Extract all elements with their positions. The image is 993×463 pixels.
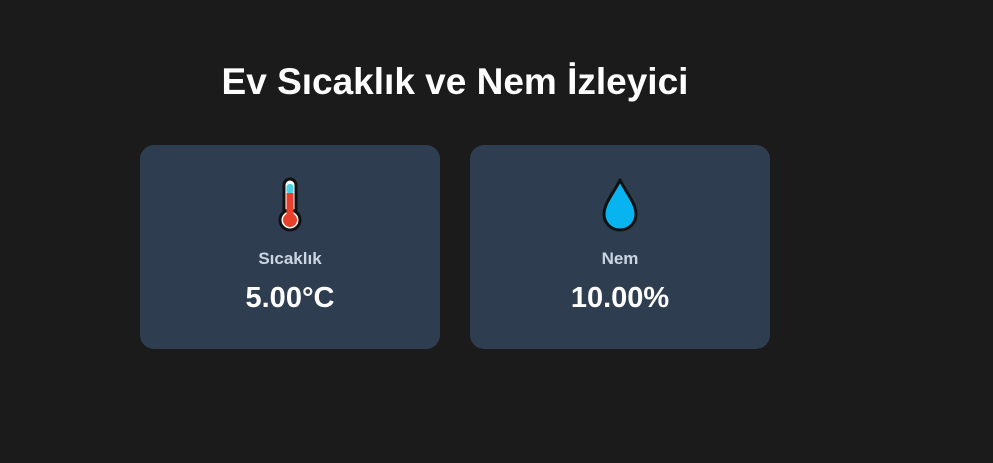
humidity-value: 10.00% xyxy=(570,282,670,314)
humidity-card: Nem 10.00% xyxy=(470,145,770,349)
temperature-card: Sıcaklık 5.00°C xyxy=(140,145,440,349)
temperature-label: Sıcaklık xyxy=(258,249,322,268)
humidity-label: Nem xyxy=(601,249,639,268)
monitor-page: Ev Sıcaklık ve Nem İzleyici Sıcaklık 5.0… xyxy=(0,0,993,463)
page-title: Ev Sıcaklık ve Nem İzleyici xyxy=(221,61,689,102)
thermometer-icon xyxy=(270,177,310,233)
sensor-cards: Sıcaklık 5.00°C Nem 10.00% xyxy=(140,145,770,349)
temperature-value: 5.00°C xyxy=(245,282,335,314)
water-drop-icon xyxy=(600,177,640,233)
